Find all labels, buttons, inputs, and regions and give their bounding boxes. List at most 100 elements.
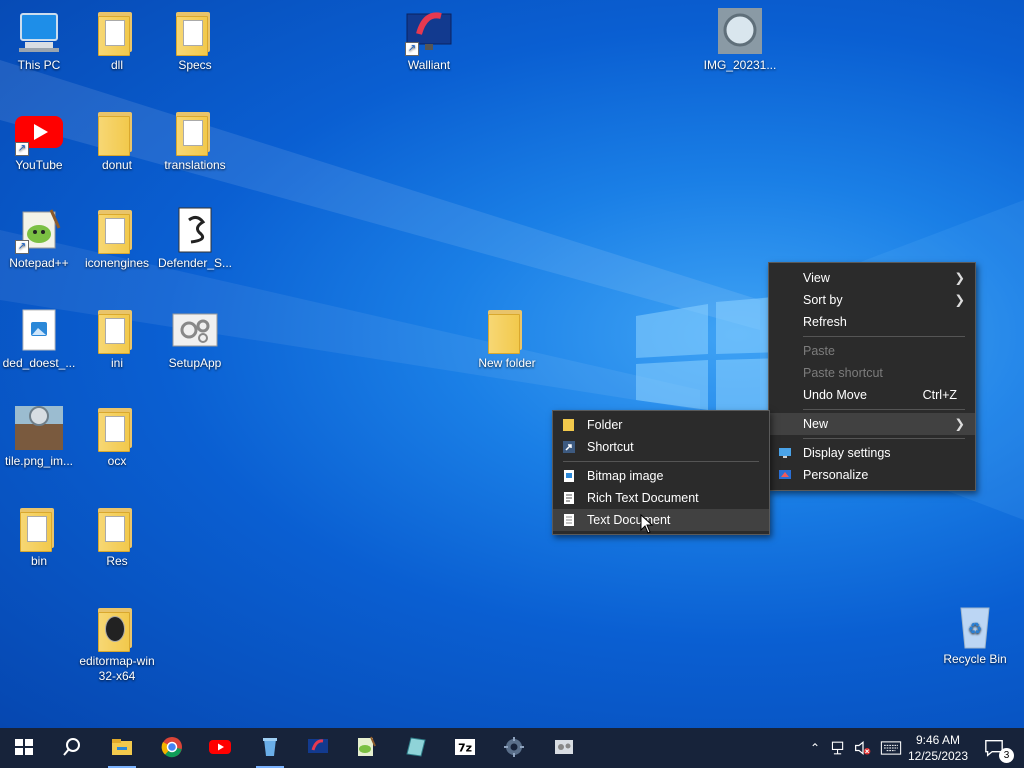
menu-item-shortcut: Ctrl+Z	[922, 388, 957, 402]
desktop-icon-label: ocx	[107, 454, 127, 468]
taskbar-notepadpp[interactable]	[342, 728, 390, 768]
submenu-item-rich-text-document[interactable]: Rich Text Document	[553, 487, 769, 509]
menu-item-label: Paste	[803, 344, 835, 358]
shortcut-arrow-icon: ↗	[15, 142, 29, 156]
desktop-icon-walliant[interactable]: ↗ Walliant	[390, 8, 468, 73]
desktop-icon-label: Notepad++	[9, 256, 69, 270]
desktop-icon-img-2023[interactable]: IMG_20231...	[701, 8, 779, 73]
notes-icon	[406, 737, 426, 757]
submenu-item-text-document[interactable]: Text Document	[553, 509, 769, 531]
taskbar-file-explorer[interactable]	[98, 728, 146, 768]
menu-item-refresh[interactable]: Refresh	[769, 311, 975, 333]
submenu-item-shortcut[interactable]: Shortcut	[553, 436, 769, 458]
desktop-icon-translations[interactable]: translations	[156, 108, 234, 173]
desktop-icon-iconengines[interactable]: iconengines	[78, 206, 156, 271]
settings-gears-icon	[171, 306, 219, 354]
clock-date: 12/25/2023	[907, 749, 969, 763]
menu-item-view[interactable]: View ❯	[769, 267, 975, 289]
desktop-icon-defender[interactable]: Defender_S...	[156, 206, 234, 271]
menu-item-undo-move[interactable]: Undo Move Ctrl+Z	[769, 384, 975, 406]
svg-text:♻: ♻	[968, 621, 982, 638]
menu-item-display-settings[interactable]: Display settings	[769, 442, 975, 464]
desktop-icon-label: Res	[106, 554, 128, 568]
computer-icon	[15, 8, 63, 56]
menu-separator	[803, 409, 965, 410]
taskbar-7zip[interactable]: 7z	[441, 728, 489, 768]
youtube-icon	[209, 740, 231, 754]
desktop-icon-setupapp[interactable]: SetupApp	[156, 306, 234, 371]
taskbar-chrome[interactable]	[148, 728, 196, 768]
recycle-bin-icon: ♻	[951, 602, 999, 650]
start-button[interactable]	[0, 728, 48, 768]
folder-icon	[93, 404, 141, 452]
mouse-cursor-icon	[640, 514, 654, 534]
chevron-right-icon: ❯	[954, 271, 965, 285]
walliant-icon	[308, 739, 328, 753]
menu-item-label: Rich Text Document	[587, 491, 699, 505]
network-icon	[831, 741, 844, 755]
windows-logo-wallpaper	[636, 296, 786, 416]
taskbar-notes[interactable]	[392, 728, 440, 768]
taskbar-recycle[interactable]	[246, 728, 294, 768]
desktop-icon-label: ini	[110, 356, 123, 370]
desktop-icon-ocx[interactable]: ocx	[78, 404, 156, 469]
desktop-icon-editormap[interactable]: editormap-win32-x64	[78, 604, 156, 684]
taskbar-walliant[interactable]	[294, 728, 342, 768]
desktop-icon-new-folder[interactable]: New folder	[468, 306, 546, 371]
desktop-icon-specs[interactable]: Specs	[156, 8, 234, 73]
folder-icon	[15, 504, 63, 552]
keyboard-icon	[880, 741, 902, 755]
action-center-button[interactable]: 3	[978, 728, 1018, 768]
desktop-icon-label: iconengines	[84, 256, 150, 270]
desktop-icon-label: Defender_S...	[157, 256, 233, 270]
desktop-icon-label: This PC	[17, 58, 61, 72]
desktop-icon-ded-doest[interactable]: ded_doest_...	[0, 306, 78, 371]
menu-item-personalize[interactable]: Personalize	[769, 464, 975, 486]
folder-icon	[93, 604, 141, 652]
show-hidden-icons-button[interactable]: ⌃	[806, 728, 824, 768]
desktop-icon-this-pc[interactable]: This PC	[0, 8, 78, 73]
menu-item-new[interactable]: New ❯	[769, 413, 975, 435]
menu-item-sort-by[interactable]: Sort by ❯	[769, 289, 975, 311]
menu-item-label: Bitmap image	[587, 469, 664, 483]
desktop[interactable]: This PC ↗ YouTube ↗ Notepad++ ded_doest_…	[0, 0, 1024, 728]
new-submenu: Folder Shortcut Bitmap image Rich Text D…	[552, 410, 770, 535]
clock[interactable]: 9:46 AM 12/25/2023	[906, 728, 970, 772]
desktop-icon-donut[interactable]: donut	[78, 108, 156, 173]
menu-item-paste-shortcut[interactable]: Paste shortcut	[769, 362, 975, 384]
app-icon	[555, 740, 573, 754]
folder-icon	[93, 306, 141, 354]
menu-item-label: Refresh	[803, 315, 847, 329]
youtube-icon: ↗	[15, 108, 63, 156]
menu-item-label: New	[803, 417, 829, 431]
tray-touch-keyboard[interactable]	[878, 728, 904, 768]
taskbar-youtube[interactable]	[196, 728, 244, 768]
search-button[interactable]	[48, 728, 96, 768]
folder-icon	[93, 8, 141, 56]
menu-item-paste[interactable]: Paste	[769, 340, 975, 362]
desktop-icon-tile-png[interactable]: tile.png_im...	[0, 404, 78, 469]
desktop-icon-ini[interactable]: ini	[78, 306, 156, 371]
submenu-item-bitmap-image[interactable]: Bitmap image	[553, 465, 769, 487]
shortcut-arrow-icon: ↗	[405, 42, 419, 56]
folder-icon	[483, 306, 531, 354]
bitmap-image-icon	[564, 470, 574, 482]
folder-icon	[93, 108, 141, 156]
desktop-icon-res[interactable]: Res	[78, 504, 156, 569]
desktop-icon-label: ded_doest_...	[2, 356, 76, 370]
desktop-icon-recycle-bin[interactable]: ♻ Recycle Bin	[936, 602, 1014, 667]
menu-item-label: View	[803, 271, 830, 285]
desktop-icon-label: Specs	[178, 58, 212, 72]
desktop-icon-bin[interactable]: bin	[0, 504, 78, 569]
taskbar-app[interactable]	[540, 728, 588, 768]
desktop-icon-notepadpp[interactable]: ↗ Notepad++	[0, 206, 78, 271]
notification-badge: 3	[999, 748, 1014, 763]
tray-network[interactable]	[828, 728, 850, 768]
menu-separator	[803, 438, 965, 439]
taskbar-settings[interactable]	[490, 728, 538, 768]
desktop-icon-youtube[interactable]: ↗ YouTube	[0, 108, 78, 173]
menu-item-label: Display settings	[803, 446, 891, 460]
tray-volume[interactable]	[852, 728, 876, 768]
submenu-item-folder[interactable]: Folder	[553, 414, 769, 436]
desktop-icon-dll[interactable]: dll	[78, 8, 156, 73]
